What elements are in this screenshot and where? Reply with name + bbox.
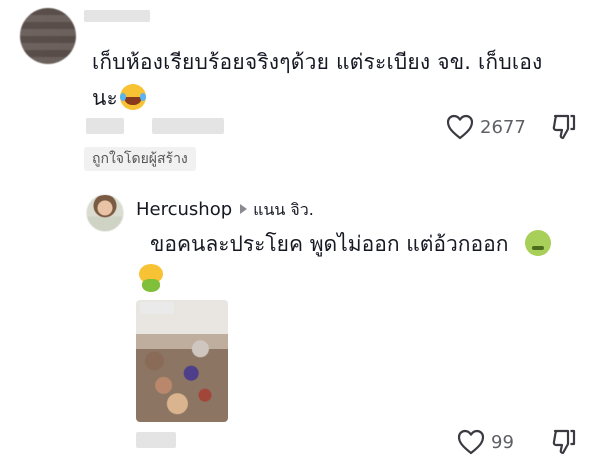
nauseated-emoji-icon: [525, 230, 552, 256]
reply-link-redacted[interactable]: [152, 118, 224, 134]
commenter-name-redacted: [84, 10, 150, 22]
reply-text: ขอคนละประโยค พูดไม่ออก แต่อ้วกออก: [150, 232, 509, 256]
reply-like-count: 99: [491, 431, 514, 453]
vomit-emoji-row: [138, 264, 164, 292]
heart-icon[interactable]: [457, 429, 485, 455]
reply-meta-redacted: [136, 432, 176, 448]
comment-line-2: นะ: [92, 86, 119, 110]
laughing-emoji-icon: [120, 84, 147, 110]
comment-like-button[interactable]: 2677: [446, 112, 526, 142]
commenter-avatar[interactable]: [20, 8, 76, 64]
reply-author-name[interactable]: Hercushop: [136, 199, 232, 220]
comment-text: เก็บห้องเรียบร้อยจริงๆด้วย แต่ระเบียง จข…: [92, 44, 572, 116]
comment-line-1: เก็บห้องเรียบร้อยจริงๆด้วย แต่ระเบียง จข…: [92, 50, 543, 74]
comment-like-count: 2677: [480, 116, 526, 138]
reply-dislike-button[interactable]: [551, 428, 577, 460]
reply-like-button[interactable]: 99: [457, 428, 514, 456]
reply-to-name[interactable]: แนน จิว.: [253, 200, 314, 219]
vomiting-emoji-icon: [138, 264, 164, 292]
reply-author-avatar[interactable]: [86, 194, 124, 232]
reply-text-block: ขอคนละประโยค พูดไม่ออก แต่อ้วกออก: [150, 227, 580, 261]
liked-by-creator-badge: ถูกใจโดยผู้สร้าง: [84, 147, 196, 171]
heart-icon[interactable]: [446, 114, 474, 140]
comment-meta-redacted: [86, 118, 124, 134]
reply-header: Hercushop แนน จิว.: [136, 198, 314, 223]
thumbs-down-icon[interactable]: [551, 113, 577, 141]
reply-photo-thumbnail[interactable]: [136, 300, 228, 422]
comment-dislike-button[interactable]: [551, 113, 577, 145]
photo-redacted-label: [140, 302, 174, 314]
reply-arrow-icon: [240, 204, 248, 214]
thumbs-down-icon[interactable]: [551, 428, 577, 456]
